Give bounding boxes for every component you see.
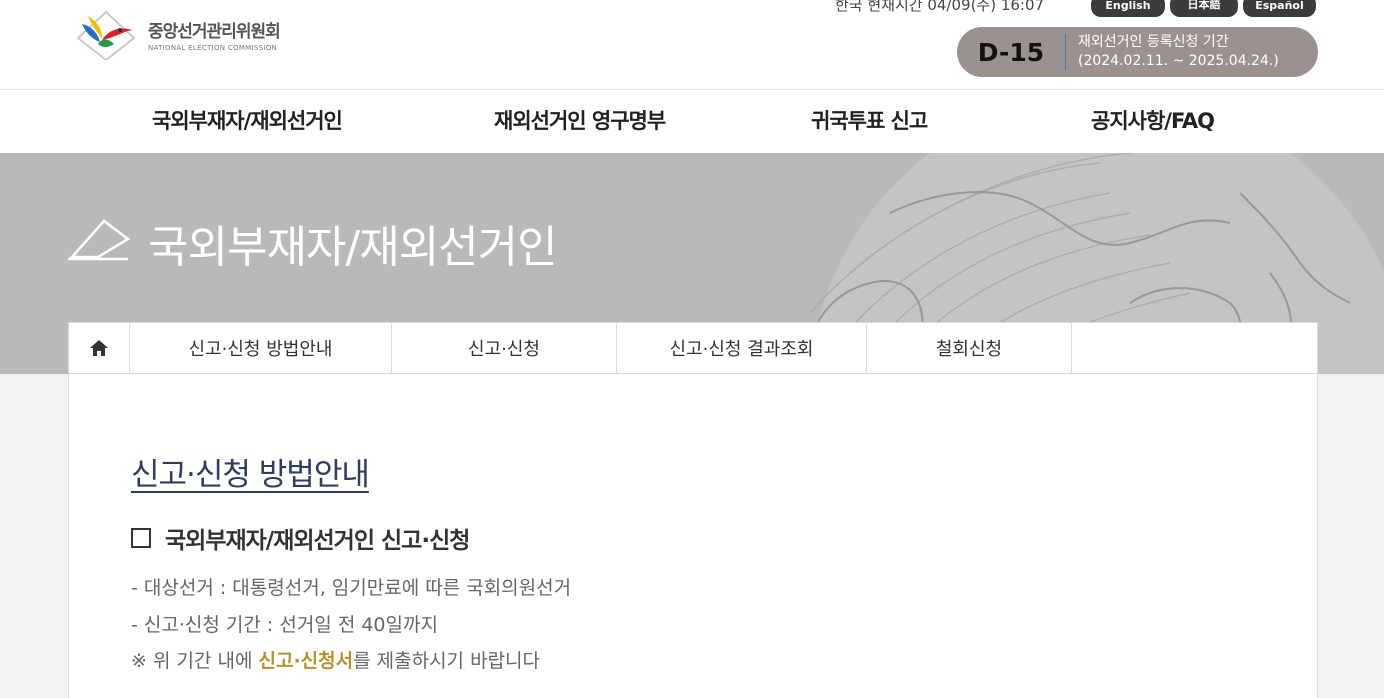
nec-logo[interactable]: 중앙선거관리위원회 NATIONAL ELECTION COMMISSION [68, 8, 308, 60]
target-election-text: - 대상선거 : 대통령선거, 임기만료에 따른 국회의원선거 [131, 577, 572, 599]
nav-item-permanent-register[interactable]: 재외선거인 영구명부 [494, 90, 666, 153]
sub-nav: 신고·신청 방법안내 신고·신청 신고·신청 결과조회 철회신청 [69, 323, 1317, 374]
submission-note-prefix: ※ 위 기간 내에 [131, 650, 259, 672]
submission-note-suffix: 를 제출하시기 바랍니다 [353, 650, 540, 672]
logo-korean-name: 중앙선거관리위원회 [148, 21, 281, 42]
tab-withdrawal[interactable]: 철회신청 [867, 323, 1072, 373]
application-period-text: - 신고·신청 기간 : 선거일 전 40일까지 [131, 614, 438, 636]
page-title: 신고·신청 방법안내 [131, 457, 370, 493]
banner-title: 국외부재자/재외선거인 [148, 222, 558, 273]
dday-count: D-15 [977, 37, 1045, 67]
dday-period: (2024.02.11. ~ 2025.04.24.) [1078, 53, 1279, 69]
site-header: 중앙선거관리위원회 NATIONAL ELECTION COMMISSION 한… [0, 0, 1384, 90]
logo-english-name: NATIONAL ELECTION COMMISSION [148, 43, 278, 52]
tab-application-result[interactable]: 신고·신청 결과조회 [617, 323, 867, 373]
tab-application-guide[interactable]: 신고·신청 방법안내 [130, 323, 392, 373]
content-panel: 신고·신청 방법안내 신고·신청 신고·신청 결과조회 철회신청 신고·신청 방… [68, 322, 1318, 698]
nav-item-return-voting[interactable]: 귀국투표 신고 [811, 90, 928, 153]
nec-logo-icon [76, 10, 136, 60]
nav-item-notice-faq[interactable]: 공지사항/FAQ [1091, 90, 1215, 153]
language-spanish-button[interactable]: Español [1243, 0, 1316, 17]
main-nav: 국외부재자/재외선거인 재외선거인 영구명부 귀국투표 신고 공지사항/FAQ [0, 90, 1384, 153]
section-title: 국외부재자/재외선거인 신고·신청 [165, 528, 470, 554]
application-form-link[interactable]: 신고·신청서 [258, 650, 353, 672]
tab-application[interactable]: 신고·신청 [392, 323, 617, 373]
submission-note: ※ 위 기간 내에 신고·신청서를 제출하시기 바랍니다 [131, 646, 540, 673]
dday-label: 재외선거인 등록신청 기간 [1078, 34, 1229, 50]
checkbox-square-icon [131, 528, 151, 548]
home-button[interactable] [69, 323, 130, 373]
language-english-button[interactable]: English [1091, 0, 1165, 17]
home-icon [90, 340, 108, 356]
language-japanese-button[interactable]: 日本語 [1170, 0, 1238, 17]
nav-item-absentee-overseas-voter[interactable]: 국외부재자/재외선거인 [152, 90, 343, 153]
dday-countdown-badge: D-15 재외선거인 등록신청 기간 (2024.02.11. ~ 2025.0… [957, 27, 1318, 77]
dday-divider [1065, 34, 1066, 70]
korea-current-time: 한국 현재시간 04/09(주) 16:07 [835, 0, 1045, 14]
section-heading: 국외부재자/재외선거인 신고·신청 [131, 521, 470, 555]
ballot-pencil-icon [68, 219, 131, 261]
